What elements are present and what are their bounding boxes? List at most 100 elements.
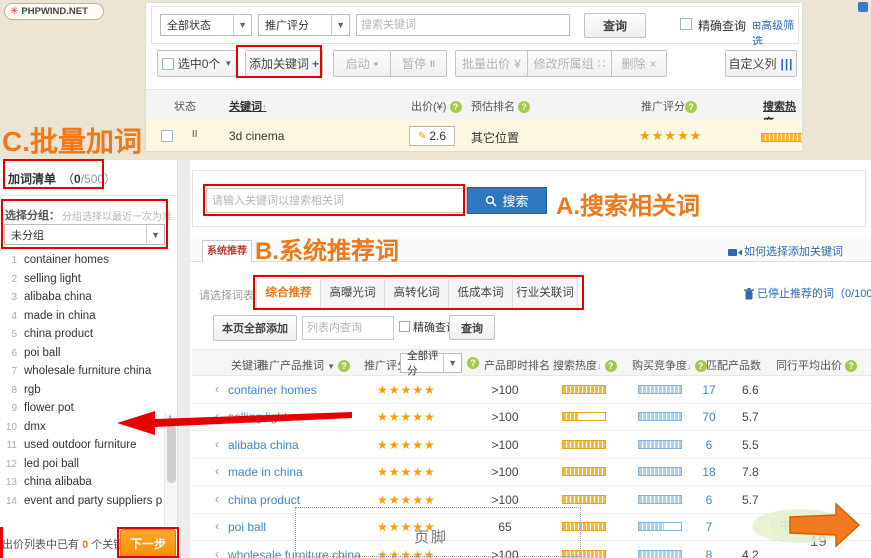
help-icon-wrap: ? [467,357,479,369]
list-item[interactable]: 10dmx [0,420,162,439]
list-item-text: wholesale furniture china [24,365,151,377]
delete-button[interactable]: 删除× [611,50,667,77]
help-icon[interactable]: ? [467,357,479,369]
exact-query-checkbox[interactable] [680,18,692,30]
next-step-button[interactable]: 下一步 [120,529,176,558]
list-item[interactable]: 3alibaba china [0,290,162,309]
list-item-text: alibaba china [24,291,92,303]
related-word-search-input[interactable] [206,188,467,213]
query-button[interactable]: 查询 [584,13,646,38]
play-icon: ● [374,59,379,68]
chevron-left-icon[interactable]: ‹ [215,409,219,423]
list-item[interactable]: 1container homes [0,253,162,272]
recommend-table-header: 关键词↓ 推广产品推词 ▼ ? 推广评分 全部评分 ▼ ? 产品即时排名 搜索热… [192,349,871,376]
add-keyword-button[interactable]: 添加关键词 + [245,50,323,77]
batch-bid-button[interactable]: 批量出价¥ [455,50,527,77]
select-all-checkbox[interactable] [162,58,174,70]
list-item-number: 1 [2,255,17,266]
col-product-word-filter[interactable]: 推广产品推词 ▼ ? [258,357,350,373]
select-count-button[interactable]: 选中0个 ▼ [157,50,237,77]
list-query-button[interactable]: 查询 [449,315,495,340]
match-count-link[interactable]: 7 [697,520,721,534]
scrollbar-thumb[interactable] [167,425,176,483]
scroll-up-icon[interactable]: ∧ [167,413,173,422]
match-count-link[interactable]: 6 [697,493,721,507]
match-count-link[interactable]: 70 [697,410,721,424]
keyword-link[interactable]: container homes [228,383,317,397]
start-button[interactable]: 启动● [333,50,390,77]
match-count-link[interactable]: 8 [697,548,721,558]
keyword-link[interactable]: china product [228,493,300,507]
help-icon[interactable]: ? [685,101,697,113]
help-icon[interactable]: ? [450,101,462,113]
how-to-add-keywords-link[interactable]: 如何选择添加关键词 [728,243,843,259]
match-count-link[interactable]: 17 [697,383,721,397]
help-icon[interactable]: ? [605,360,617,372]
keyword-search-input[interactable] [356,14,570,36]
search-button[interactable]: 搜索 [467,187,547,214]
list-item[interactable]: 11used outdoor furniture [0,438,162,457]
col-competition-sort[interactable]: 购买竞争度↓ ? [632,357,707,373]
avg-price-value: 7.8 [742,465,759,479]
col-keyword-sort[interactable]: 关键词↑ [229,98,267,114]
wordlist-tab-comprehensive[interactable]: 综合推荐 [257,279,321,308]
group-select-value: 未分组 [11,227,44,243]
sort-down-icon: ↓ [597,361,602,371]
list-item[interactable]: 5china product [0,327,162,346]
rank-value: >100 [480,493,530,507]
col-heat-sort[interactable]: 搜索热度↓ ? [553,357,617,373]
panel-count: （0/500） [62,170,116,187]
keyword-link[interactable]: alibaba china [228,438,299,452]
chevron-left-icon[interactable]: ‹ [215,519,219,533]
add-all-on-page-button[interactable]: 本页全部添加 [213,315,297,341]
list-item[interactable]: 7wholesale furniture china [0,364,162,383]
pause-button[interactable]: 暂停II [390,50,447,77]
list-item[interactable]: 4made in china [0,309,162,328]
modify-group-button[interactable]: 修改所属组∷ [527,50,611,77]
chevron-down-icon: ▼ [443,354,461,372]
window-corner-icon[interactable] [858,2,868,12]
keyword-action-toolbar: 选中0个 ▼ 添加关键词 + 启动● 暂停II 批量出价¥ 修改所属组∷ 删除× [151,45,797,83]
help-icon[interactable]: ? [695,360,707,372]
list-item-number: 2 [2,274,17,285]
wordlist-tab-low-cost[interactable]: 低成本词 [449,279,513,308]
bid-edit-box[interactable]: ✎ 2.6 [409,126,455,146]
chevron-left-icon[interactable]: ‹ [215,437,219,451]
list-item-number: 8 [2,385,17,396]
chevron-left-icon[interactable]: ‹ [215,547,219,558]
list-item[interactable]: 9flower pot [0,401,162,420]
stopped-words-link[interactable]: 已停止推荐的词（0/100） [744,285,871,301]
match-count-link[interactable]: 18 [697,465,721,479]
chevron-left-icon[interactable]: ‹ [215,492,219,506]
wordlist-tab-high-exposure[interactable]: 高曝光词 [321,279,385,308]
wordlist-tab-industry[interactable]: 行业关联词 [513,279,577,308]
score-filter-select[interactable]: 全部评分 ▼ [400,353,462,373]
list-item[interactable]: 8rgb [0,383,162,402]
list-search-input[interactable] [302,316,394,340]
list-item[interactable]: 13china alibaba [0,475,162,494]
score-filter-select[interactable]: 推广评分 ▼ [258,14,350,36]
chevron-left-icon[interactable]: ‹ [215,382,219,396]
keyword-link[interactable]: made in china [228,465,303,479]
wordlist-tab-high-conversion[interactable]: 高转化词 [385,279,449,308]
custom-columns-button[interactable]: 自定义列||| [725,50,797,77]
list-item-text: china alibaba [24,476,92,488]
list-item[interactable]: 12led poi ball [0,457,162,476]
trash-icon [744,288,754,300]
list-item[interactable]: 14event and party suppliers party d [0,494,162,513]
group-select[interactable]: 未分组 ▼ [4,224,165,245]
help-icon[interactable]: ? [518,101,530,113]
list-item[interactable]: 6poi ball [0,346,162,365]
status-filter-select[interactable]: 全部状态 ▼ [160,14,252,36]
keyword-link[interactable]: selling light [228,410,287,424]
row-checkbox[interactable] [161,130,173,142]
grid-icon: ∷ [598,57,606,71]
help-icon[interactable]: ? [338,360,350,372]
match-count-link[interactable]: 6 [697,438,721,452]
chevron-left-icon[interactable]: ‹ [215,464,219,478]
tab-system-recommend[interactable]: 系统推荐 [202,240,252,262]
exact-query-checkbox[interactable] [399,321,410,332]
help-icon[interactable]: ? [845,360,857,372]
keyword-link[interactable]: poi ball [228,520,266,534]
list-item[interactable]: 2selling light [0,272,162,291]
